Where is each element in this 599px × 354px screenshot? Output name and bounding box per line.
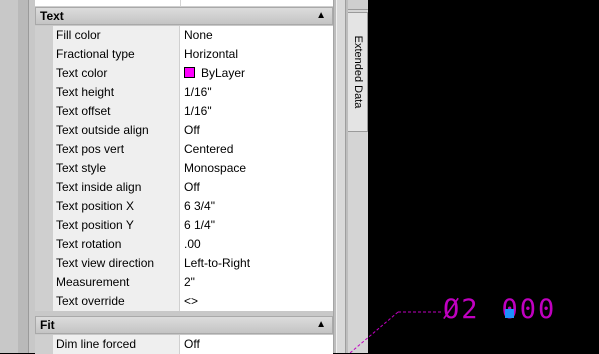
dimension-text[interactable]: Ø2 000 [443, 294, 556, 326]
dimension-grip-handle[interactable] [505, 309, 514, 318]
leader-diagonal [349, 311, 399, 353]
dimension-text-left: Ø2 [443, 294, 480, 325]
